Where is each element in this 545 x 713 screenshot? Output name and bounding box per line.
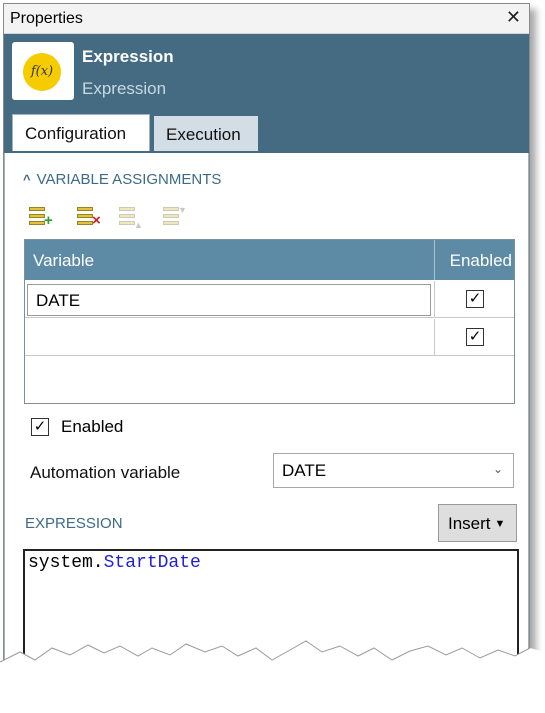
move-down-icon: ▼ — [178, 205, 187, 215]
move-up-button[interactable]: ▲ — [117, 206, 145, 234]
enabled-checkbox[interactable]: ✓ — [31, 418, 49, 436]
move-up-icon: ▲ — [134, 220, 143, 230]
add-row-icon: + — [44, 212, 53, 229]
delete-row-button[interactable]: × — [75, 206, 103, 234]
variable-assignments-header[interactable]: ^ VARIABLE ASSIGNMENTS — [23, 171, 221, 188]
table-row[interactable]: ✓ — [25, 319, 514, 356]
title-bar: Properties ✕ — [4, 4, 529, 34]
insert-button[interactable]: Insert ▼ — [438, 504, 517, 542]
variable-cell[interactable]: DATE — [27, 284, 431, 316]
component-subtitle: Expression — [82, 79, 167, 98]
code-object: system. — [28, 553, 104, 573]
variable-grid: Variable Enabled DATE ✓ ✓ — [24, 239, 515, 404]
dropdown-arrow-icon: ▼ — [494, 518, 506, 530]
tab-configuration[interactable]: Configuration — [12, 114, 150, 151]
table-row[interactable]: DATE ✓ — [25, 281, 514, 318]
function-icon: f(x) — [23, 53, 61, 91]
expression-editor[interactable]: system.StartDate — [23, 549, 519, 662]
enabled-label: Enabled — [61, 417, 124, 436]
section-title: VARIABLE ASSIGNMENTS — [36, 171, 222, 188]
column-header-variable[interactable]: Variable — [33, 251, 94, 271]
properties-panel: Properties ✕ f(x) Expression Expression … — [3, 3, 530, 663]
automation-variable-select[interactable]: DATE ⌄ — [273, 453, 514, 488]
variable-cell[interactable] — [27, 322, 431, 354]
automation-variable-label: Automation variable — [30, 463, 181, 482]
tab-execution[interactable]: Execution — [154, 116, 258, 151]
close-icon[interactable]: ✕ — [506, 7, 521, 28]
expression-label: EXPRESSION — [25, 515, 123, 532]
insert-label: Insert — [448, 514, 491, 533]
component-icon-frame: f(x) — [12, 42, 74, 100]
configuration-pane: ^ VARIABLE ASSIGNMENTS + × ▲ ▼ Variable — [4, 153, 529, 662]
row-enabled-checkbox[interactable]: ✓ — [466, 328, 484, 346]
chevron-down-icon: ⌄ — [492, 462, 503, 476]
add-row-button[interactable]: + — [27, 206, 55, 234]
row-enabled-checkbox[interactable]: ✓ — [466, 290, 484, 308]
column-header-enabled[interactable]: Enabled — [450, 251, 512, 271]
panel-title: Properties — [10, 10, 83, 27]
move-down-button[interactable]: ▼ — [161, 205, 189, 234]
component-header: f(x) Expression Expression Configuration… — [4, 34, 529, 153]
chevron-up-icon[interactable]: ^ — [23, 172, 31, 187]
code-member: StartDate — [103, 553, 201, 573]
delete-row-icon: × — [92, 212, 101, 229]
component-title: Expression — [82, 47, 174, 66]
automation-variable-value: DATE — [282, 461, 327, 480]
grid-header: Variable Enabled — [25, 240, 514, 280]
